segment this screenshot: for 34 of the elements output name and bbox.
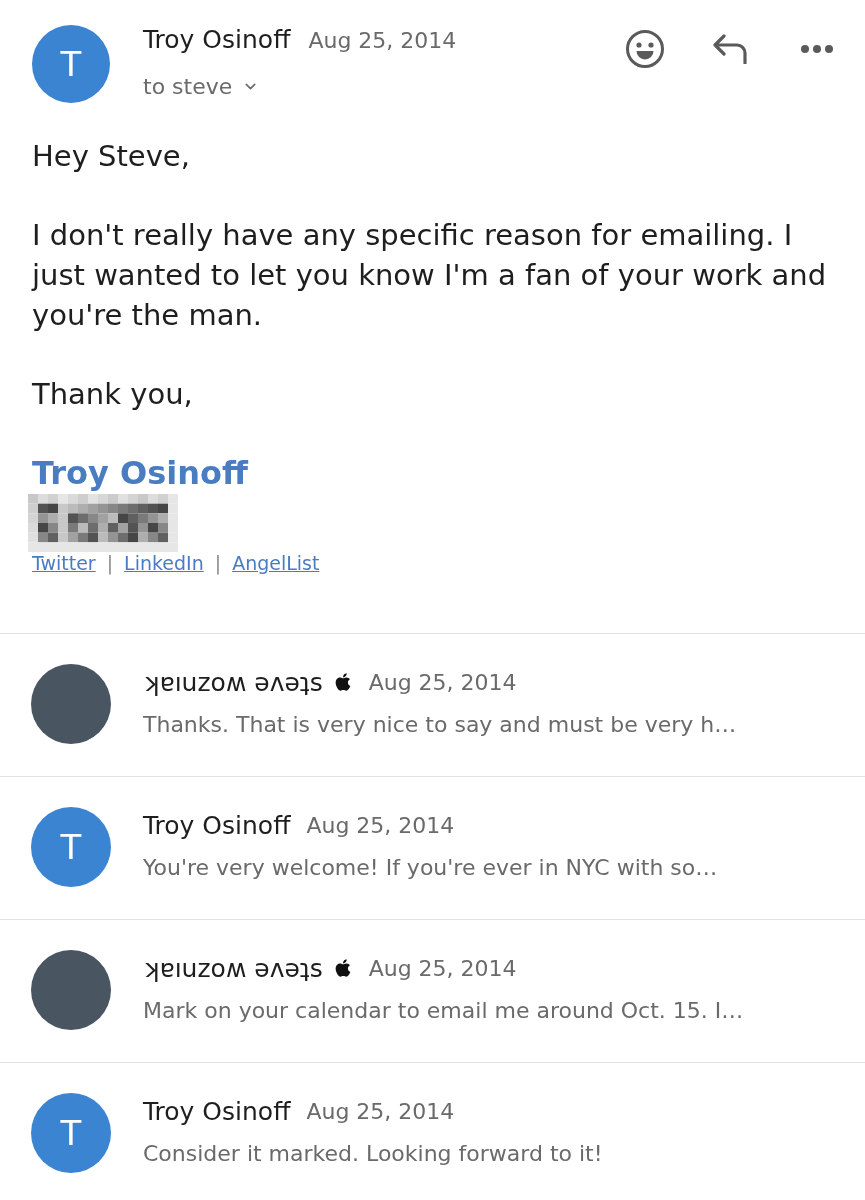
message-date: Aug 25, 2014 (306, 812, 455, 838)
message-row[interactable]: T Troy Osinoff Aug 25, 2014 Consider it marked. Looking forward to it! (0, 1062, 865, 1200)
sender-name: Troy Osinoff (143, 1096, 291, 1126)
message-date: Aug 25, 2014 (306, 1098, 455, 1124)
link-separator: | (214, 552, 222, 574)
message-snippet: You're very welcome! If you're ever in NYC with so… (143, 855, 718, 880)
avatar: T (31, 1093, 111, 1173)
message-date: Aug 25, 2014 (368, 955, 517, 981)
message-snippet: Thanks. That is very nice to say and must be very h… (143, 712, 737, 737)
signature-link[interactable]: Twitter (32, 552, 96, 574)
sender-name: ʞɐıuzoʍ ǝʌǝʇs (143, 953, 323, 983)
message-row[interactable]: ʞɐıuzoʍ ǝʌǝʇs Aug 25, 2014 Mark on your calendar to email me around Oct. 15. I… (0, 919, 865, 1062)
sender-name: ʞɐıuzoʍ ǝʌǝʇs (143, 667, 323, 697)
message-snippet: Mark on your calendar to email me around Oct. 15. I… (143, 998, 744, 1023)
email-paragraph: I don't really have any specific reason for emailing. I just wanted to let you know I'm a fan of your work and you're the man. (32, 217, 828, 334)
sender-name: Troy Osinoff (143, 25, 291, 54)
signature-link[interactable]: LinkedIn (124, 552, 204, 574)
message-snippet: Consider it marked. Looking forward to it! (143, 1141, 603, 1166)
email-paragraph: Hey Steve, (32, 138, 191, 175)
signature-link[interactable]: AngelList (232, 552, 320, 574)
avatar: T (31, 807, 111, 887)
email-paragraph: Thank you, (32, 376, 194, 413)
recipient-text[interactable]: to steve (143, 74, 233, 99)
reply-icon[interactable] (712, 34, 748, 64)
message-date: Aug 25, 2014 (308, 28, 457, 53)
avatar: T (32, 25, 110, 103)
more-icon[interactable] (801, 45, 833, 53)
signature-name: Troy Osinoff (32, 454, 248, 492)
message-date: Aug 25, 2014 (368, 669, 517, 695)
sender-name: Troy Osinoff (143, 810, 291, 840)
message-row[interactable]: T Troy Osinoff Aug 25, 2014 You're very welcome! If you're ever in NYC with so… (0, 776, 865, 919)
link-separator: | (106, 552, 114, 574)
message-row[interactable]: ʞɐıuzoʍ ǝʌǝʇs Aug 25, 2014 Thanks. That is very nice to say and must be very h… (0, 633, 865, 776)
smiley-icon[interactable] (625, 29, 665, 69)
